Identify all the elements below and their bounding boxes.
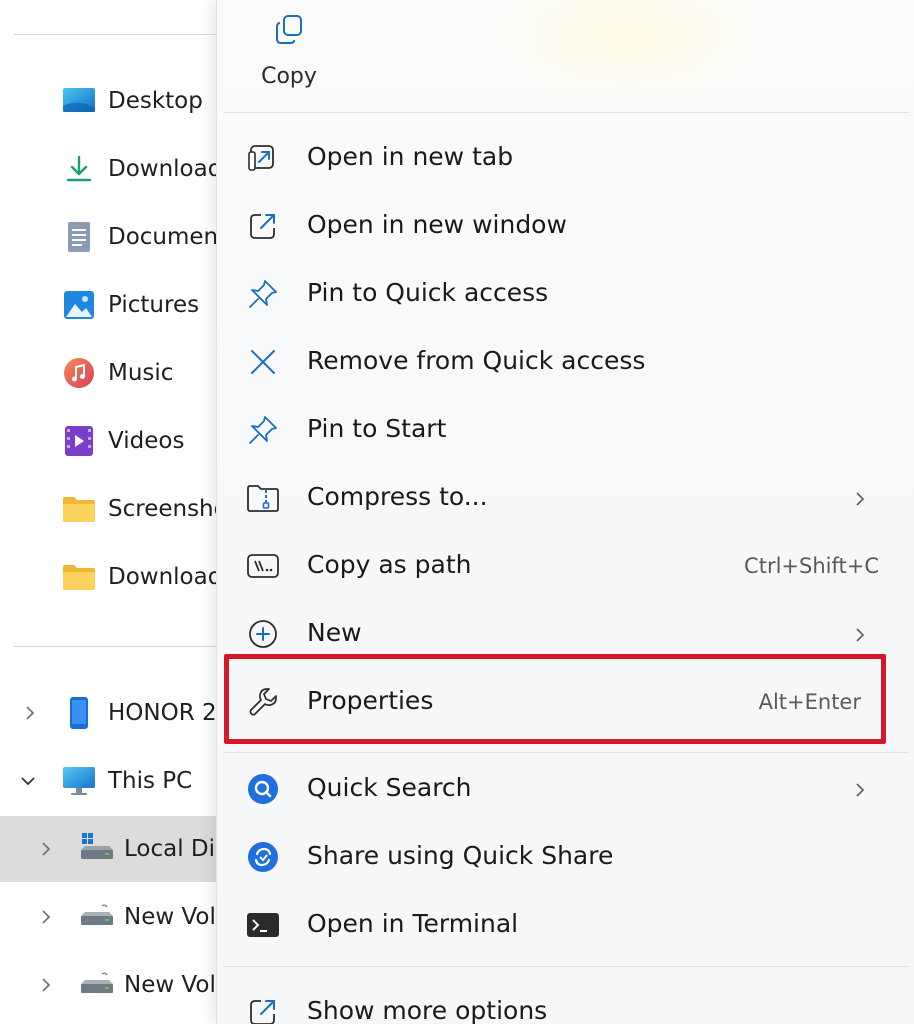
sidebar-item-label: This PC (108, 768, 193, 794)
chevron-right-icon[interactable] (38, 841, 54, 857)
menu-item-label: New (307, 618, 362, 647)
close-icon (245, 344, 281, 380)
menu-item-open-in-new-window[interactable]: Open in new window (223, 194, 903, 258)
menu-item-open-in-new-tab[interactable]: Open in new tab (223, 126, 903, 190)
open-new-tab-icon (245, 140, 281, 176)
sidebar-divider (14, 34, 230, 35)
menu-item-compress-to[interactable]: Compress to... (223, 466, 903, 530)
copy-icon (269, 10, 309, 50)
quick-search-icon (245, 771, 281, 807)
copy-path-icon (245, 548, 281, 584)
menu-item-label: Open in new tab (307, 142, 514, 171)
plus-circle-icon (245, 616, 281, 652)
sidebar-item-screenshots[interactable]: Screenshots (0, 481, 230, 537)
menu-item-properties[interactable]: Properties Alt+Enter (223, 670, 903, 734)
terminal-icon (245, 907, 281, 943)
context-menu: Copy Open in new tab Open in new window … (216, 0, 914, 1024)
chevron-right-icon[interactable] (38, 909, 54, 925)
sidebar-item-phone[interactable]: HONOR 200 Pro (0, 685, 230, 741)
menu-item-new[interactable]: New (223, 602, 903, 666)
menu-item-label: Pin to Start (307, 414, 447, 443)
menu-item-label: Quick Search (307, 773, 472, 802)
menu-item-label: Pin to Quick access (307, 278, 549, 307)
sidebar-item-videos[interactable]: Videos (0, 413, 230, 469)
sidebar-item-label: Pictures (108, 292, 200, 318)
menu-item-label: Properties (307, 686, 434, 715)
menu-item-label: Share using Quick Share (307, 841, 614, 870)
sidebar-item-label: Music (108, 360, 174, 386)
sidebar-item-new-volume-e[interactable]: New Volume (E:) (0, 957, 230, 1013)
menu-separator (223, 112, 909, 113)
menu-backdrop-glow (477, 0, 777, 110)
desktop-icon (62, 84, 96, 118)
menu-item-label: Compress to... (307, 482, 488, 511)
sidebar-item-pictures[interactable]: Pictures (0, 277, 230, 333)
chevron-down-icon[interactable] (20, 773, 36, 789)
sidebar-item-this-pc[interactable]: This PC (0, 753, 230, 809)
sidebar-item-new-volume-d[interactable]: New Volume (D:) (0, 889, 230, 945)
phone-icon (62, 696, 96, 730)
sidebar-item-label: Screenshots (108, 496, 230, 522)
navigation-pane: Desktop Downloads Documents Pictures Mus… (0, 0, 230, 1024)
sidebar-item-label: Videos (108, 428, 185, 454)
sidebar-item-label: Downloads (108, 564, 230, 590)
sidebar-item-label: New Volume (D:) (124, 904, 230, 930)
music-icon (62, 356, 96, 390)
videos-icon (62, 424, 96, 458)
sidebar-item-music[interactable]: Music (0, 345, 230, 401)
quick-share-icon (245, 839, 281, 875)
menu-item-remove-from-quick-access[interactable]: Remove from Quick access (223, 330, 903, 394)
sidebar-item-local-disk[interactable]: Local Disk (C:) (0, 816, 230, 882)
menu-item-pin-to-quick-access[interactable]: Pin to Quick access (223, 262, 903, 326)
pin-icon (245, 276, 281, 312)
copy-label: Copy (261, 64, 317, 89)
menu-item-label: Open in Terminal (307, 909, 519, 938)
menu-item-shortcut: Alt+Enter (758, 690, 861, 714)
menu-item-open-in-terminal[interactable]: Open in Terminal (223, 893, 903, 957)
open-new-window-icon (245, 208, 281, 244)
drive-icon (80, 900, 114, 934)
menu-item-shortcut: Ctrl+Shift+C (744, 554, 879, 578)
chevron-right-icon[interactable] (38, 977, 54, 993)
sidebar-item-label: Desktop (108, 88, 203, 114)
sidebar-item-downloads[interactable]: Downloads (0, 141, 230, 197)
menu-item-label: Remove from Quick access (307, 346, 646, 375)
chevron-right-icon (851, 488, 869, 510)
copy-button[interactable]: Copy (239, 10, 339, 100)
menu-separator (223, 752, 909, 753)
chevron-right-icon (851, 624, 869, 646)
menu-separator (223, 966, 909, 967)
menu-item-label: Open in new window (307, 210, 567, 239)
menu-item-share-using-quick-share[interactable]: Share using Quick Share (223, 825, 903, 889)
chevron-right-icon[interactable] (22, 705, 38, 721)
menu-item-quick-search[interactable]: Quick Search (223, 757, 903, 821)
sidebar-item-label: HONOR 200 Pro (108, 700, 230, 726)
menu-item-label: Copy as path (307, 550, 472, 579)
folder-icon (62, 492, 96, 526)
drive-icon (80, 968, 114, 1002)
menu-item-label: Show more options (307, 996, 548, 1024)
download-icon (62, 152, 96, 186)
menu-item-show-more-options[interactable]: Show more options (223, 980, 903, 1024)
sidebar-item-desktop[interactable]: Desktop (0, 73, 230, 129)
folder-icon (62, 560, 96, 594)
menu-item-pin-to-start[interactable]: Pin to Start (223, 398, 903, 462)
sidebar-item-label: Local Disk (C:) (124, 836, 230, 862)
pin-icon (245, 412, 281, 448)
menu-item-copy-as-path[interactable]: Copy as path Ctrl+Shift+C (223, 534, 903, 598)
pictures-icon (62, 288, 96, 322)
documents-icon (62, 220, 96, 254)
windows-drive-icon (80, 830, 114, 864)
sidebar-divider (14, 646, 230, 647)
sidebar-item-label: New Volume (E:) (124, 972, 230, 998)
show-more-icon (245, 994, 281, 1024)
sidebar-item-downloads-folder[interactable]: Downloads (0, 549, 230, 605)
chevron-right-icon (851, 779, 869, 801)
sidebar-item-label: Documents (108, 224, 230, 250)
monitor-icon (62, 764, 96, 798)
wrench-icon (245, 684, 281, 720)
sidebar-item-label: Downloads (108, 156, 230, 182)
zip-folder-icon (245, 480, 281, 516)
sidebar-item-documents[interactable]: Documents (0, 209, 230, 265)
